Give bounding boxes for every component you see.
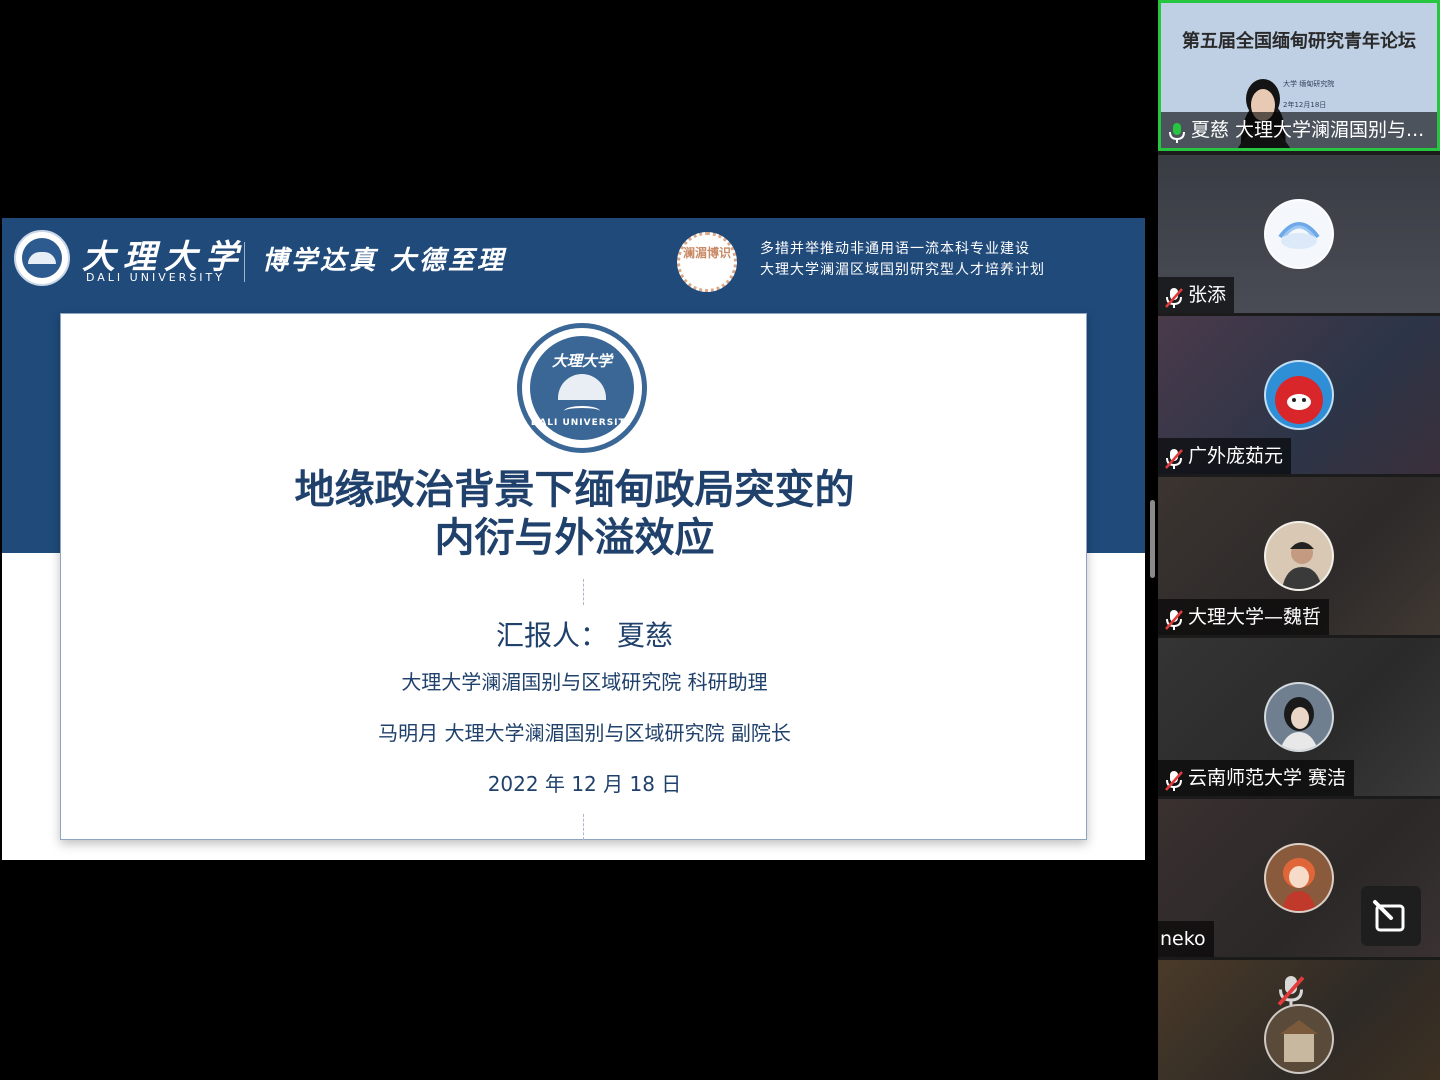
mic-muted-icon (1164, 285, 1184, 308)
red-mascot-avatar (1264, 360, 1334, 430)
participant-name-tag: 张添 (1158, 277, 1235, 313)
building-avatar (1264, 1004, 1334, 1074)
participant-tile-active-speaker[interactable]: 第五届全国缅甸研究青年论坛 大学 缅甸研究院 2年12月18日 夏慈 大理大学澜… (1158, 0, 1440, 151)
dashed-guide-line (583, 579, 584, 605)
slide-content-card: 大理大学 DALI UNIVERSITY 地缘政治背景下缅甸政局突变的 内衍与外… (60, 313, 1087, 840)
participant-name: 张添 (1188, 284, 1227, 306)
university-seal-icon: 大理大学 DALI UNIVERSITY (517, 323, 647, 453)
participant-name: 夏慈 大理大学澜湄国别与... (1191, 119, 1425, 141)
participant-name-tag: 云南师范大学 赛洁 (1158, 760, 1355, 796)
participant-name: 云南师范大学 赛洁 (1188, 767, 1347, 789)
seal-text-en: DALI UNIVERSITY (530, 418, 634, 428)
participant-name: 大理大学—魏哲 (1188, 606, 1322, 628)
participant-name-tag: neko (1158, 921, 1214, 957)
slide-title: 地缘政治背景下缅甸政局突变的 内衍与外溢效应 (61, 466, 1088, 562)
presenter-affiliation: 大理大学澜湄国别与区域研究院 科研助理 (401, 670, 768, 694)
person-hat-avatar (1264, 521, 1334, 591)
anime-girl-avatar (1264, 843, 1334, 913)
participant-tile-1[interactable]: 张添 (1158, 155, 1440, 313)
mic-muted-icon (1164, 446, 1184, 469)
panel-scrollbar[interactable] (1150, 500, 1155, 578)
participant-tile-6[interactable] (1158, 960, 1440, 1080)
slide-header: 大理大学 DALI UNIVERSITY 博学达真 大德至理 澜湄博识 多措并举… (2, 218, 1145, 306)
university-logo-icon (14, 230, 70, 286)
participant-name-tag: 广外庞茹元 (1158, 438, 1292, 474)
slide-title-line-2: 内衍与外溢效应 (434, 515, 715, 561)
mic-on-icon (1167, 120, 1187, 143)
seal-text-cn: 大理大学 (551, 352, 612, 370)
participant-name-tag: 夏慈 大理大学澜湄国别与... (1161, 112, 1437, 148)
shared-screen-slide: 大理大学 DALI UNIVERSITY 博学达真 大德至理 澜湄博识 多措并举… (2, 218, 1145, 860)
program-text: 多措并举推动非通用语一流本科专业建设 大理大学澜湄区域国别研究型人才培养计划 (760, 239, 1045, 281)
participant-name: neko (1160, 928, 1206, 950)
participant-tile-2[interactable]: 广外庞茹元 (1158, 316, 1440, 474)
presenter-name: 汇报人： 夏慈 (496, 619, 673, 652)
program-badge-icon: 澜湄博识 (677, 232, 737, 292)
speaker-video-slide-title: 第五届全国缅甸研究青年论坛 (1182, 31, 1416, 52)
participant-tile-3[interactable]: 大理大学—魏哲 (1158, 477, 1440, 635)
annotate-button[interactable] (1361, 886, 1421, 946)
participant-name-tag: 大理大学—魏哲 (1158, 599, 1330, 635)
edit-pen-icon (1373, 900, 1405, 932)
program-line-2: 大理大学澜湄区域国别研究型人才培养计划 (760, 262, 1045, 278)
presentation-date: 2022 年 12 月 18 日 (487, 772, 682, 796)
slide-title-line-1: 地缘政治背景下缅甸政局突变的 (294, 467, 855, 513)
dashed-guide-line-bottom (583, 814, 584, 840)
badge-text: 澜湄博识 (682, 246, 731, 260)
coauthor-line: 马明月 大理大学澜湄国别与区域研究院 副院长 (378, 721, 791, 745)
cloud-rainbow-avatar (1264, 199, 1334, 269)
mic-muted-icon (1164, 768, 1184, 791)
program-line-1: 多措并举推动非通用语一流本科专业建设 (760, 241, 1030, 257)
participant-tile-4[interactable]: 云南师范大学 赛洁 (1158, 638, 1440, 796)
header-divider (244, 242, 245, 282)
participant-name: 广外庞茹元 (1188, 445, 1284, 467)
university-name-en: DALI UNIVERSITY (86, 271, 225, 284)
person-dark-hair-avatar (1264, 682, 1334, 752)
university-motto: 博学达真 大德至理 (262, 246, 507, 276)
mic-muted-icon (1164, 607, 1184, 630)
